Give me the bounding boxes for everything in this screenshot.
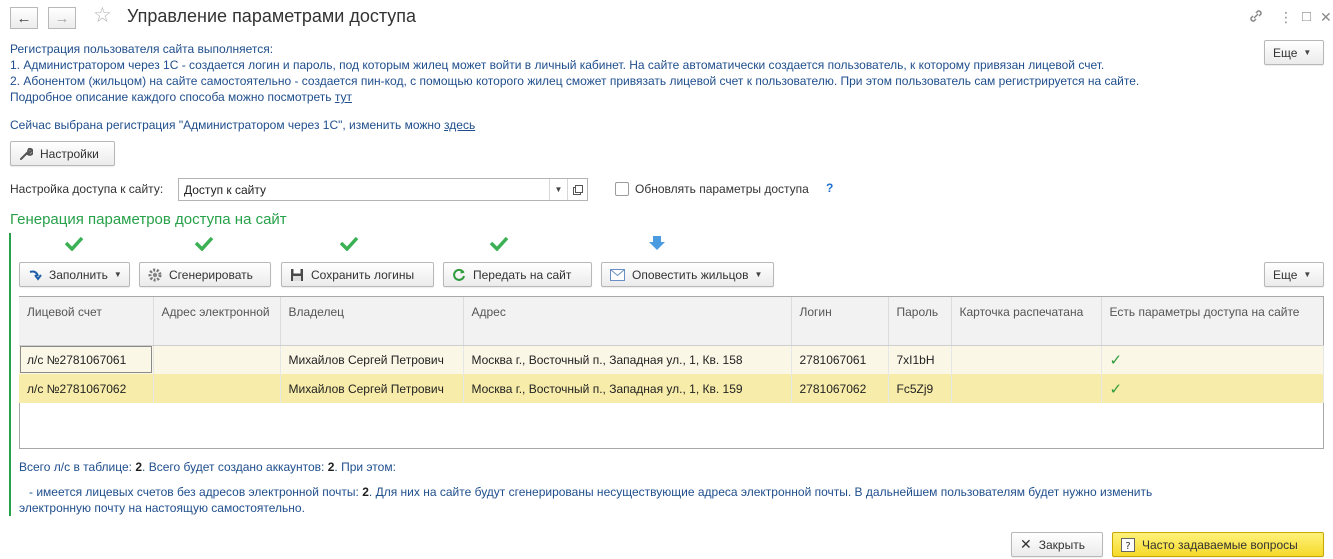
column-header-address[interactable]: Адрес bbox=[463, 297, 792, 346]
close-x-icon: ✕ bbox=[1020, 536, 1032, 552]
table-more-button[interactable]: Еще ▼ bbox=[1264, 262, 1324, 287]
table-row[interactable]: л/с №2781067062 Михайлов Сергей Петрович… bbox=[19, 374, 1324, 403]
cell-owner[interactable]: Михайлов Сергей Петрович bbox=[280, 345, 464, 374]
update-params-checkbox[interactable] bbox=[615, 182, 629, 196]
generate-button[interactable]: Сгенерировать bbox=[139, 262, 271, 287]
change-registration-link[interactable]: здесь bbox=[444, 118, 475, 132]
close-icon[interactable]: ✕ bbox=[1320, 8, 1332, 26]
cell-login[interactable]: 2781067061 bbox=[791, 345, 889, 374]
back-button[interactable]: ← bbox=[10, 7, 38, 29]
cell-email[interactable] bbox=[153, 345, 281, 374]
access-table: Лицевой счет Адрес электронной Владелец … bbox=[19, 297, 1324, 403]
details-link[interactable]: тут bbox=[335, 90, 352, 104]
table-row[interactable]: л/с №2781067061 Михайлов Сергей Петрович… bbox=[19, 345, 1324, 374]
gear-icon bbox=[148, 268, 162, 282]
cell-owner[interactable]: Михайлов Сергей Петрович bbox=[280, 374, 464, 403]
close-button[interactable]: ✕ Закрыть bbox=[1011, 532, 1103, 557]
summary-details: - имеется лицевых счетов без адресов эле… bbox=[19, 485, 1153, 515]
save-logins-button[interactable]: Сохранить логины bbox=[281, 262, 434, 287]
help-icon[interactable]: ? bbox=[826, 181, 833, 195]
faq-button[interactable]: ? Часто задаваемые вопросы bbox=[1112, 532, 1324, 557]
floppy-disk-icon bbox=[290, 268, 304, 282]
check-icon[interactable]: ✓ bbox=[1101, 374, 1324, 403]
chevron-down-icon: ▼ bbox=[754, 270, 763, 279]
forward-button[interactable]: → bbox=[48, 7, 76, 29]
access-label: Настройка доступа к сайту: bbox=[10, 182, 164, 196]
arrow-left-icon: ← bbox=[16, 9, 32, 27]
arrow-down-icon bbox=[649, 236, 665, 250]
notify-residents-button[interactable]: Оповестить жильцов ▼ bbox=[601, 262, 774, 287]
info-line-1: Регистрация пользователя сайта выполняет… bbox=[10, 42, 274, 56]
restore-icon[interactable]: □ bbox=[1302, 8, 1311, 26]
cell-address[interactable]: Москва г., Восточный п., Западная ул., 1… bbox=[463, 345, 792, 374]
fill-arrow-icon bbox=[28, 268, 42, 282]
cell-printed[interactable] bbox=[951, 345, 1102, 374]
check-icon bbox=[194, 236, 214, 251]
column-header-printed[interactable]: Карточка распечатана bbox=[951, 297, 1102, 346]
wrench-icon bbox=[19, 147, 33, 161]
column-header-has-access[interactable]: Есть параметры доступа на сайте bbox=[1101, 297, 1323, 346]
column-header-email[interactable]: Адрес электронной bbox=[153, 297, 281, 346]
settings-button[interactable]: Настройки bbox=[10, 141, 115, 166]
group-divider bbox=[9, 233, 11, 516]
table-header: Лицевой счет Адрес электронной Владелец … bbox=[19, 297, 1323, 346]
current-registration: Сейчас выбрана регистрация "Администрато… bbox=[10, 118, 476, 132]
info-line-4: Подробное описание каждого способа можно… bbox=[10, 90, 353, 104]
summary-totals: Всего л/с в таблице: 2. Всего будет созд… bbox=[19, 460, 396, 474]
arrow-right-icon: → bbox=[54, 9, 70, 27]
check-icon bbox=[64, 236, 84, 251]
chevron-down-icon: ▼ bbox=[1303, 48, 1312, 57]
chevron-down-icon: ▼ bbox=[113, 270, 122, 279]
link-icon[interactable] bbox=[1248, 8, 1264, 29]
generation-title: Генерация параметров доступа на сайт bbox=[10, 211, 287, 228]
column-header-account[interactable]: Лицевой счет bbox=[19, 297, 154, 346]
access-value: Доступ к сайту bbox=[184, 183, 266, 197]
check-icon bbox=[489, 236, 509, 251]
open-icon[interactable] bbox=[567, 179, 587, 200]
chevron-down-icon: ▼ bbox=[1303, 270, 1312, 279]
cell-account[interactable]: л/с №2781067062 bbox=[19, 374, 154, 403]
update-params-label: Обновлять параметры доступа bbox=[635, 182, 809, 196]
info-line-3: 2. Абонентом (жильцом) на сайте самостоя… bbox=[10, 74, 1140, 88]
send-to-site-button[interactable]: Передать на сайт bbox=[443, 262, 592, 287]
cell-printed[interactable] bbox=[951, 374, 1102, 403]
cell-account[interactable]: л/с №2781067061 bbox=[19, 345, 154, 374]
column-header-login[interactable]: Логин bbox=[791, 297, 889, 346]
refresh-icon bbox=[452, 268, 466, 282]
favorite-star-icon[interactable]: ☆ bbox=[93, 5, 112, 27]
cell-password[interactable]: Fc5Zj9 bbox=[888, 374, 952, 403]
chevron-down-icon[interactable]: ▼ bbox=[549, 179, 567, 200]
cell-email[interactable] bbox=[153, 374, 281, 403]
top-more-button[interactable]: Еще ▼ bbox=[1264, 40, 1324, 65]
cell-address[interactable]: Москва г., Восточный п., Западная ул., 1… bbox=[463, 374, 792, 403]
check-icon[interactable]: ✓ bbox=[1101, 345, 1324, 374]
envelope-icon bbox=[610, 268, 625, 281]
more-vertical-icon[interactable]: ⋮ bbox=[1279, 8, 1293, 26]
window-title: Управление параметрами доступа bbox=[127, 6, 417, 26]
check-icon bbox=[339, 236, 359, 251]
svg-text:?: ? bbox=[1125, 541, 1130, 552]
cell-password[interactable]: 7xI1bH bbox=[888, 345, 952, 374]
question-icon: ? bbox=[1121, 537, 1135, 552]
fill-button[interactable]: Заполнить ▼ bbox=[19, 262, 130, 287]
access-select[interactable]: Доступ к сайту ▼ bbox=[178, 178, 588, 201]
info-line-2: 1. Администратором через 1С - создается … bbox=[10, 58, 1105, 72]
column-header-owner[interactable]: Владелец bbox=[280, 297, 464, 346]
column-header-password[interactable]: Пароль bbox=[888, 297, 952, 346]
cell-login[interactable]: 2781067062 bbox=[791, 374, 889, 403]
